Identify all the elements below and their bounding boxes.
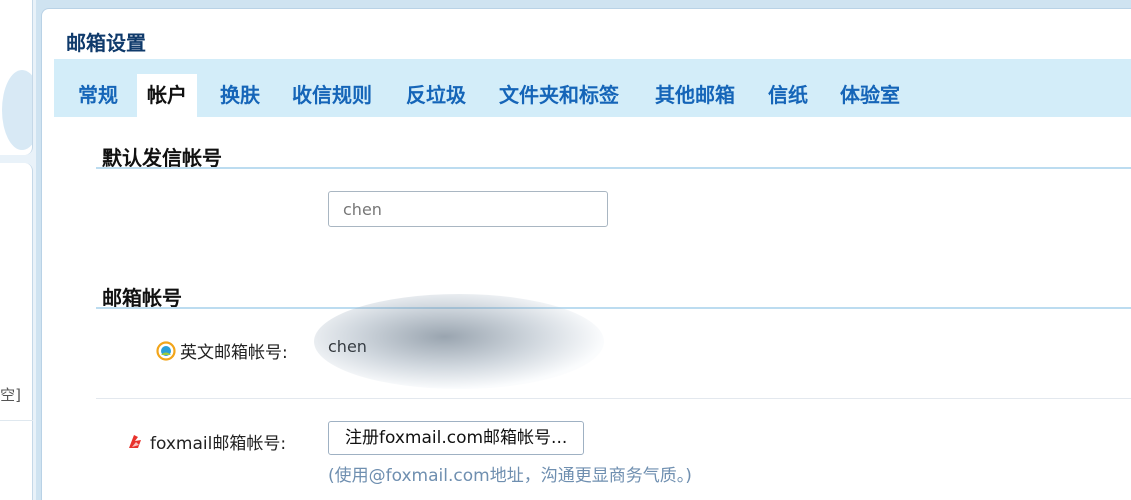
section-divider xyxy=(96,167,1131,169)
qq-mail-icon xyxy=(156,340,176,361)
tab-anti-spam[interactable]: 反垃圾 xyxy=(396,74,476,117)
foxmail-icon xyxy=(126,432,146,452)
tab-other-mailboxes[interactable]: 其他邮箱 xyxy=(645,74,745,117)
english-account-label-row: 英文邮箱帐号: xyxy=(156,338,288,363)
english-account-label: 英文邮箱帐号: xyxy=(180,343,288,363)
tab-mail-rules[interactable]: 收信规则 xyxy=(282,74,382,117)
foxmail-account-label-row: foxmail邮箱帐号: xyxy=(126,429,286,454)
foxmail-account-label: foxmail邮箱帐号: xyxy=(150,434,287,454)
tab-lab[interactable]: 体验室 xyxy=(830,74,910,117)
sidebar-decoration xyxy=(2,70,32,150)
tab-skin[interactable]: 换肤 xyxy=(210,74,270,117)
page-title: 邮箱设置 xyxy=(66,31,146,55)
register-foxmail-button[interactable]: 注册foxmail.com邮箱帐号... xyxy=(328,421,585,455)
tab-folders-labels[interactable]: 文件夹和标签 xyxy=(489,74,629,117)
tab-account[interactable]: 帐户 xyxy=(137,74,197,117)
settings-tab-bar: 常规 帐户 换肤 收信规则 反垃圾 文件夹和标签 其他邮箱 信纸 体验室 xyxy=(54,59,1131,117)
row-divider xyxy=(96,398,1131,399)
sidebar-divider xyxy=(0,420,33,421)
default-sender-select[interactable]: chen xyxy=(328,191,608,227)
left-sidebar-top-card xyxy=(0,0,33,155)
left-sidebar-folder-card xyxy=(0,163,33,500)
foxmail-hint-text: (使用@foxmail.com地址，沟通更显商务气质。) xyxy=(328,466,692,486)
tab-stationery[interactable]: 信纸 xyxy=(758,74,818,117)
tab-general[interactable]: 常规 xyxy=(68,74,128,117)
section-divider xyxy=(96,307,1131,309)
sidebar-empty-label[interactable]: 空] xyxy=(0,384,33,405)
english-account-value: chen xyxy=(328,337,367,356)
settings-panel: 邮箱设置 常规 帐户 换肤 收信规则 反垃圾 文件夹和标签 其他邮箱 信纸 体验… xyxy=(41,8,1131,500)
